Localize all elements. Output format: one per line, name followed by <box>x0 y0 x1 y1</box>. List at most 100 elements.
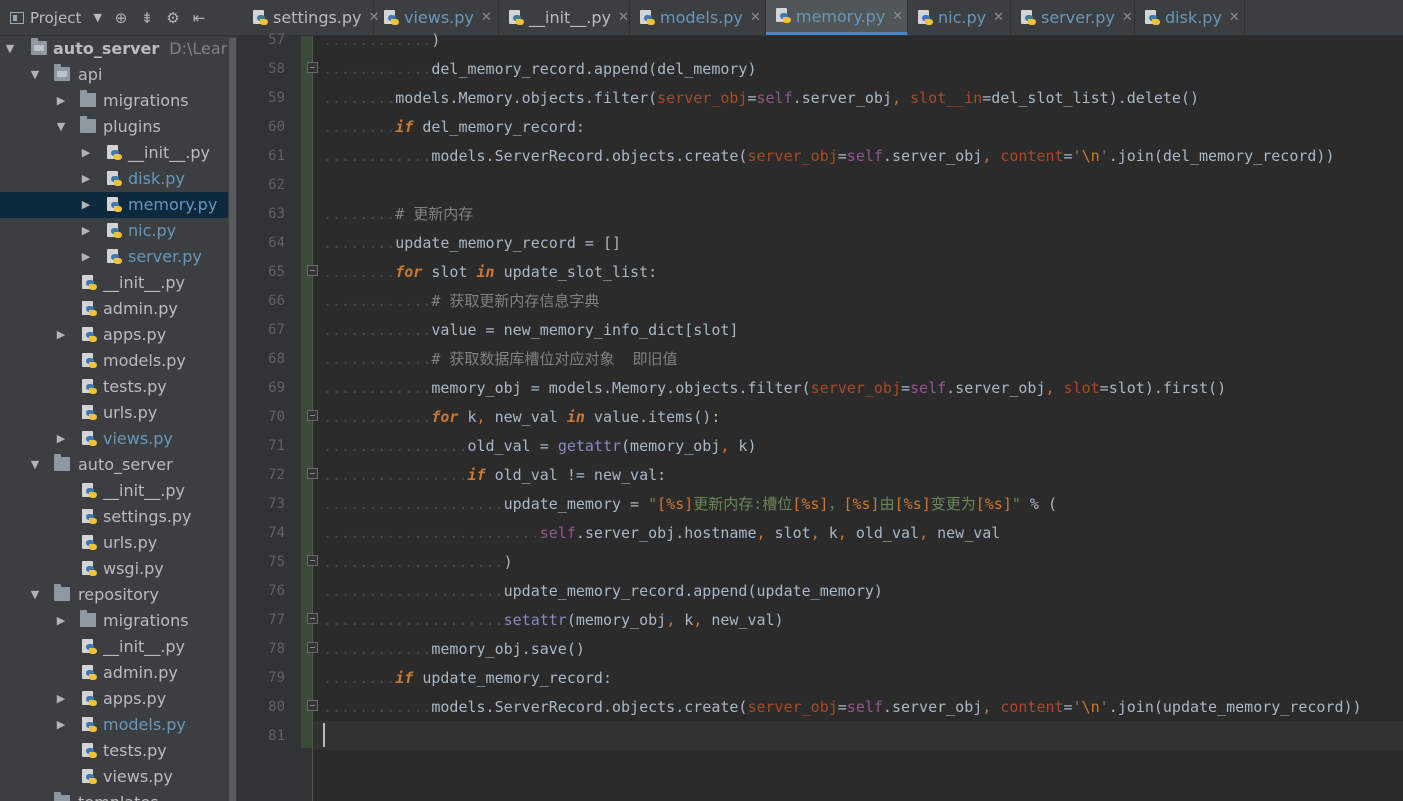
tree-item-templates[interactable]: templates <box>0 790 237 801</box>
tree-item-api[interactable]: ▼ api <box>0 62 237 88</box>
code-line[interactable]: ........models.Memory.objects.filter(ser… <box>323 84 1199 113</box>
fold-marker-icon[interactable] <box>307 700 318 711</box>
fold-marker-icon[interactable] <box>307 555 318 566</box>
collapse-arrow-icon[interactable]: ▶ <box>80 244 92 270</box>
scrollbar-thumb[interactable] <box>229 38 236 801</box>
code-line[interactable]: ........update_memory_record = [] <box>323 229 621 258</box>
code-line[interactable]: ....................setattr(memory_obj, … <box>323 606 784 635</box>
tab-server-py[interactable]: server.py ✕ <box>1011 0 1135 35</box>
tree-item-api-admin[interactable]: admin.py <box>0 296 237 322</box>
code-line[interactable]: ............) <box>323 26 440 55</box>
collapse-arrow-icon[interactable]: ▶ <box>80 192 92 218</box>
collapse-arrow-icon[interactable]: ▶ <box>55 426 67 452</box>
code-line[interactable]: ................if old_val != new_val: <box>323 461 666 490</box>
code-line[interactable]: ............models.ServerRecord.objects.… <box>323 142 1334 171</box>
tree-item-api-tests[interactable]: tests.py <box>0 374 237 400</box>
close-icon[interactable]: ✕ <box>1229 10 1240 25</box>
target-icon[interactable]: ⊕ <box>108 9 134 27</box>
code-line[interactable]: ........for slot in update_slot_list: <box>323 258 657 287</box>
fold-marker-icon[interactable] <box>307 265 318 276</box>
collapse-arrow-icon[interactable]: ▶ <box>80 140 92 166</box>
tree-item-disk[interactable]: ▶ disk.py <box>0 166 237 192</box>
tree-item-nic[interactable]: ▶ nic.py <box>0 218 237 244</box>
code-line[interactable]: ............memory_obj = models.Memory.o… <box>323 374 1226 403</box>
close-icon[interactable]: ✕ <box>481 10 492 25</box>
close-icon[interactable]: ✕ <box>618 10 629 25</box>
code-line[interactable]: ........# 更新内存 <box>323 200 473 229</box>
fold-marker-icon[interactable] <box>307 642 318 653</box>
collapse-icon[interactable]: ⇟ <box>134 9 160 27</box>
tree-item-api-models[interactable]: models.py <box>0 348 237 374</box>
tree-item-server[interactable]: ▶ server.py <box>0 244 237 270</box>
code-line[interactable]: ............# 获取数据库槽位对应对象 即旧值 <box>323 345 678 374</box>
collapse-arrow-icon[interactable]: ▶ <box>80 166 92 192</box>
tab-init-py[interactable]: __init__.py ✕ <box>499 0 630 35</box>
tree-item-plugins-init[interactable]: ▶ __init__.py <box>0 140 237 166</box>
tree-item-as-urls[interactable]: urls.py <box>0 530 237 556</box>
tree-root-auto-server[interactable]: ▼ auto_server D:\Learn\P <box>0 36 237 62</box>
collapse-arrow-icon[interactable]: ▶ <box>55 686 67 712</box>
expand-arrow-icon[interactable]: ▼ <box>4 36 16 62</box>
dropdown-caret-icon[interactable]: ▼ <box>94 11 102 24</box>
close-icon[interactable]: ✕ <box>892 9 903 24</box>
code-line[interactable]: ............memory_obj.save() <box>323 635 585 664</box>
project-scrollbar[interactable] <box>228 36 237 801</box>
collapse-arrow-icon[interactable]: ▶ <box>55 88 67 114</box>
tree-item-memory-selected[interactable]: ▶ memory.py <box>0 192 237 218</box>
collapse-arrow-icon[interactable]: ▶ <box>55 608 67 634</box>
settings-icon[interactable]: ⚙ <box>160 9 186 27</box>
tree-item-as-settings[interactable]: settings.py <box>0 504 237 530</box>
tab-nic-py[interactable]: nic.py ✕ <box>908 0 1011 35</box>
tree-item-api-apps[interactable]: ▶ apps.py <box>0 322 237 348</box>
code-line[interactable]: ....................update_memory_record… <box>323 577 883 606</box>
code-line[interactable]: ............del_memory_record.append(del… <box>323 55 756 84</box>
code-line[interactable]: ............for k, new_val in value.item… <box>323 403 720 432</box>
code-line[interactable]: ........if del_memory_record: <box>323 113 585 142</box>
fold-marker-icon[interactable] <box>307 468 318 479</box>
tree-item-repo-init[interactable]: __init__.py <box>0 634 237 660</box>
tab-memory-py[interactable]: memory.py ✕ <box>766 0 908 35</box>
collapse-arrow-icon[interactable]: ▶ <box>80 218 92 244</box>
fold-marker-icon[interactable] <box>307 410 318 421</box>
tree-item-api-urls[interactable]: urls.py <box>0 400 237 426</box>
code-line[interactable]: ............# 获取更新内存信息字典 <box>323 287 599 316</box>
project-toolbar: Project ▼ ⊕ ⇟ ⚙ ⇤ <box>0 0 237 36</box>
tree-item-repository[interactable]: ▼ repository <box>0 582 237 608</box>
collapse-arrow-icon[interactable]: ▶ <box>55 712 67 738</box>
tree-item-as-wsgi[interactable]: wsgi.py <box>0 556 237 582</box>
tree-item-migrations[interactable]: ▶ migrations <box>0 88 237 114</box>
expand-arrow-icon[interactable]: ▼ <box>29 62 41 88</box>
code-line[interactable]: ....................) <box>323 548 513 577</box>
tree-item-auto-server[interactable]: ▼ auto_server <box>0 452 237 478</box>
close-icon[interactable]: ✕ <box>993 10 1004 25</box>
close-icon[interactable]: ✕ <box>750 10 761 25</box>
code-line[interactable]: ....................update_memory = "[%s… <box>323 490 1057 519</box>
code-line[interactable]: ........if update_memory_record: <box>323 664 612 693</box>
tree-item-api-init[interactable]: __init__.py <box>0 270 237 296</box>
python-file-icon <box>82 431 97 447</box>
expand-arrow-icon[interactable]: ▼ <box>55 114 67 140</box>
tree-item-repo-tests[interactable]: tests.py <box>0 738 237 764</box>
code-line[interactable]: ............value = new_memory_info_dict… <box>323 316 738 345</box>
tree-item-api-views[interactable]: ▶ views.py <box>0 426 237 452</box>
tree-item-as-init[interactable]: __init__.py <box>0 478 237 504</box>
expand-arrow-icon[interactable]: ▼ <box>29 582 41 608</box>
tree-item-repo-models[interactable]: ▶ models.py <box>0 712 237 738</box>
tree-item-plugins[interactable]: ▼ plugins <box>0 114 237 140</box>
collapse-arrow-icon[interactable]: ▶ <box>55 322 67 348</box>
close-icon[interactable]: ✕ <box>1122 10 1133 25</box>
tree-item-repo-apps[interactable]: ▶ apps.py <box>0 686 237 712</box>
project-view-selector[interactable]: Project ▼ <box>0 9 108 27</box>
code-line[interactable]: ............models.ServerRecord.objects.… <box>323 693 1362 722</box>
fold-marker-icon[interactable] <box>307 62 318 73</box>
code-line[interactable]: ................old_val = getattr(memory… <box>323 432 757 461</box>
expand-arrow-icon[interactable]: ▼ <box>29 452 41 478</box>
code-line[interactable]: ........................self.server_obj.… <box>323 519 1000 548</box>
fold-marker-icon[interactable] <box>307 613 318 624</box>
hide-icon[interactable]: ⇤ <box>186 9 212 27</box>
tab-models-py[interactable]: models.py ✕ <box>630 0 766 35</box>
tree-item-repo-admin[interactable]: admin.py <box>0 660 237 686</box>
tree-item-repo-views[interactable]: views.py <box>0 764 237 790</box>
tree-item-repo-migrations[interactable]: ▶ migrations <box>0 608 237 634</box>
tab-disk-py[interactable]: disk.py ✕ <box>1135 0 1245 35</box>
